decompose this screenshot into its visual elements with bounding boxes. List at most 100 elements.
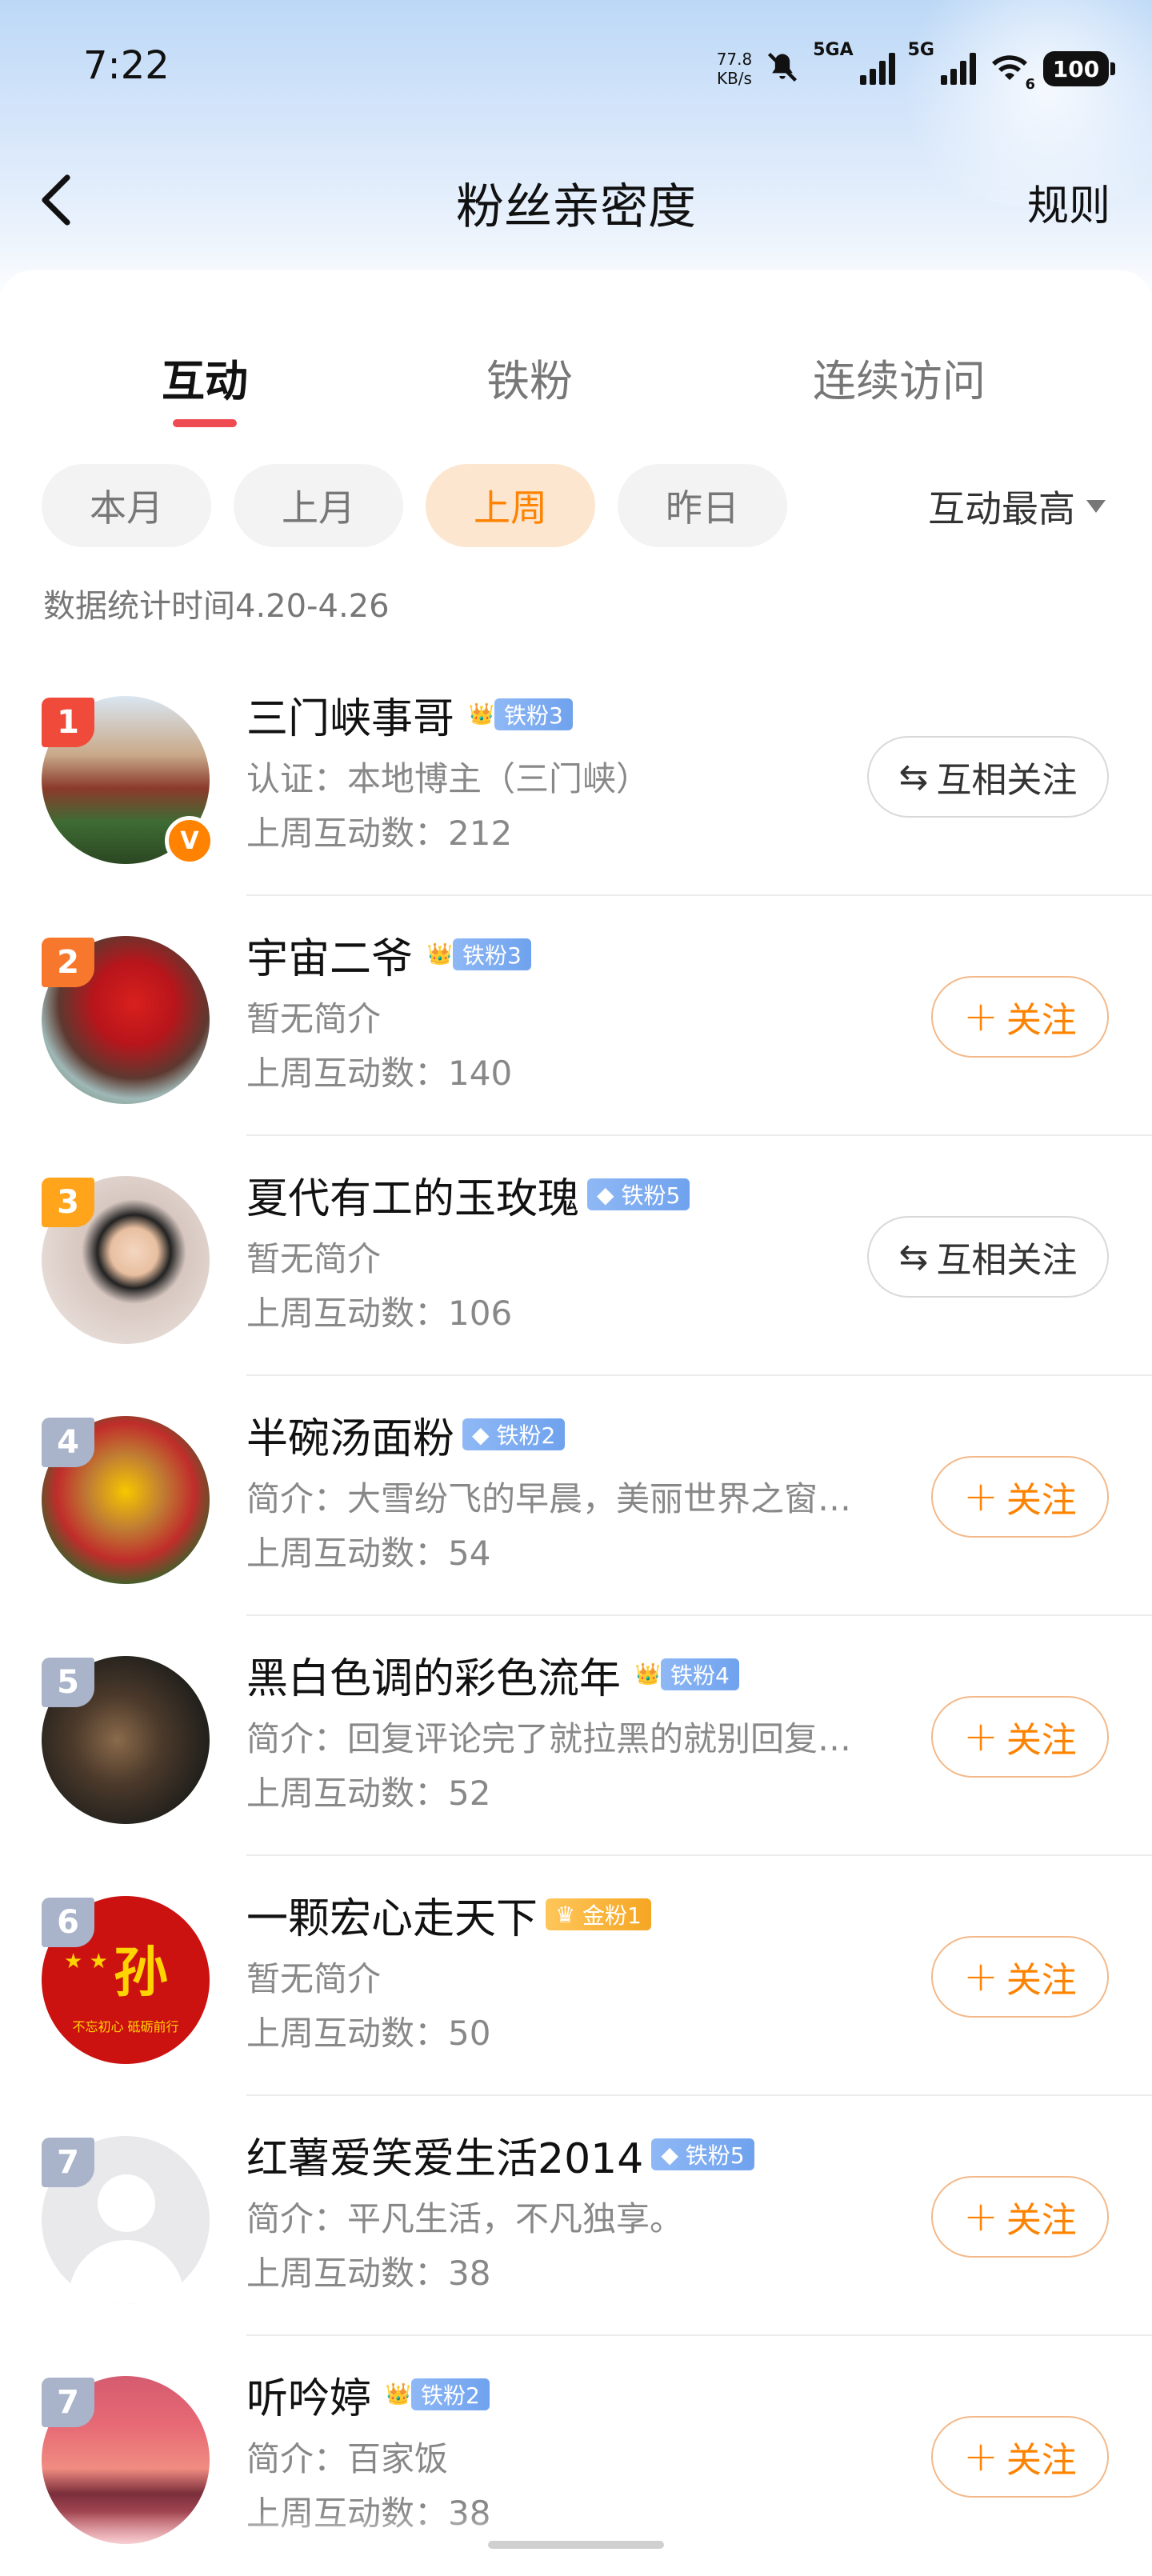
- fan-row[interactable]: 2 宇宙二爷 👑 铁粉3 暂无简介 上周互动数：140 + 关注: [0, 896, 1152, 1136]
- fan-bio: 简介：平凡生活，不凡独享。: [246, 2199, 684, 2238]
- rules-link[interactable]: 规则: [1027, 172, 1110, 232]
- rank-badge: 1: [42, 698, 94, 747]
- follow-button[interactable]: + 关注: [931, 1696, 1109, 1778]
- avatar-caption: 不忘初心 砥砺前行: [72, 2019, 179, 2034]
- fan-level-badge: ◆ 铁粉5: [587, 1178, 690, 1211]
- period-chip-last-month[interactable]: 上月: [234, 464, 403, 547]
- fan-level-badge: ◆ 铁粉2: [462, 1418, 566, 1451]
- network-speed: 77.8 KB/s: [717, 50, 753, 88]
- diamond-icon: ◆: [661, 2141, 686, 2168]
- interaction-count: 上周互动数：212: [246, 814, 513, 853]
- fan-bio: 简介：百家饭: [246, 2439, 449, 2478]
- fan-name[interactable]: 听吟婷: [246, 2365, 371, 2425]
- interaction-count: 上周互动数：54: [246, 1534, 491, 1573]
- follow-button[interactable]: + 关注: [931, 976, 1109, 1058]
- period-chip-yesterday[interactable]: 昨日: [618, 464, 787, 547]
- fan-name[interactable]: 三门峡事哥: [246, 685, 454, 745]
- plus-icon: +: [963, 1473, 998, 1521]
- signal2-label: 5G: [907, 40, 934, 60]
- fan-level-badge: 👑 铁粉2: [382, 2378, 490, 2411]
- tab-iron-fans[interactable]: 铁粉: [486, 346, 573, 409]
- fan-level-label: ♛ 金粉1: [546, 1898, 651, 1930]
- period-chip-this-month[interactable]: 本月: [42, 464, 211, 547]
- fan-row[interactable]: 5 黑白色调的彩色流年 👑 铁粉4 简介：回复评论完了就拉黑的就别回复… 上周互…: [0, 1616, 1152, 1856]
- sort-dropdown[interactable]: 互动最高: [928, 480, 1106, 533]
- fan-bio: 暂无简介: [246, 999, 382, 1038]
- rank-badge: 5: [42, 1658, 94, 1707]
- fan-level-badge: ◆ 铁粉5: [651, 2138, 754, 2171]
- plus-icon: +: [963, 2193, 998, 2241]
- fan-name[interactable]: 红薯爱笑爱生活2014: [246, 2125, 643, 2185]
- tab-continuous-visits[interactable]: 连续访问: [813, 346, 986, 409]
- follow-label: 关注: [1006, 2200, 1077, 2241]
- bell-muted-icon: [765, 50, 800, 88]
- home-indicator[interactable]: [488, 2541, 664, 2549]
- follow-button[interactable]: + 关注: [931, 2416, 1109, 2498]
- follow-label: 关注: [1006, 1720, 1077, 1761]
- mutual-follow-label: 互相关注: [936, 1240, 1078, 1281]
- active-tab-indicator: [173, 419, 237, 427]
- fan-bio: 认证：本地博主（三门峡）: [246, 759, 650, 798]
- fan-level-text: 铁粉5: [621, 1182, 681, 1209]
- swap-arrows-icon: ⇆: [898, 756, 929, 798]
- bottom-fade: [0, 2512, 1152, 2560]
- tab-interaction[interactable]: 互动: [162, 346, 248, 409]
- rank-badge: 7: [42, 2138, 94, 2187]
- fan-level-label: ◆ 铁粉5: [587, 1178, 690, 1210]
- verified-icon: V: [165, 816, 214, 866]
- fan-level-text: 铁粉5: [685, 2142, 745, 2169]
- fan-row[interactable]: 4 半碗汤面粉 ◆ 铁粉2 简介：大雪纷飞的早晨，美丽世界之窗… 上周互动数：5…: [0, 1376, 1152, 1616]
- interaction-count: 上周互动数：50: [246, 2014, 491, 2053]
- plus-icon: +: [963, 1953, 998, 2001]
- period-chip-last-week[interactable]: 上周: [426, 464, 595, 547]
- rank-badge: 4: [42, 1418, 94, 1467]
- fan-row[interactable]: ★★ ★ 孙 不忘初心 砥砺前行 6 一颗宏心走天下 ♛ 金粉1 暂无简介 上周…: [0, 1856, 1152, 2096]
- plus-icon: +: [963, 1713, 998, 1761]
- follow-label: 关注: [1006, 1480, 1077, 1521]
- fan-name[interactable]: 一颗宏心走天下: [246, 1885, 538, 1945]
- stat-range: 数据统计时间4.20-4.26: [43, 588, 390, 625]
- follow-label: 关注: [1006, 1000, 1077, 1041]
- signal-bars-icon: [941, 53, 976, 85]
- fan-name[interactable]: 夏代有工的玉玫瑰: [246, 1165, 579, 1225]
- follow-button[interactable]: + 关注: [931, 2176, 1109, 2258]
- fan-level-label: 铁粉4: [661, 1658, 739, 1690]
- rank-badge: 6: [42, 1898, 94, 1947]
- fan-bio: 简介：回复评论完了就拉黑的就别回复…: [246, 1719, 852, 1758]
- swap-arrows-icon: ⇆: [898, 1236, 929, 1278]
- signal-bars-icon: [859, 53, 895, 85]
- interaction-count: 上周互动数：52: [246, 1774, 491, 1813]
- page-title: 粉丝亲密度: [456, 179, 696, 235]
- caret-down-icon: [1086, 500, 1106, 513]
- follow-label: 关注: [1006, 2440, 1077, 2481]
- interaction-count: 上周互动数：106: [246, 1294, 513, 1333]
- fan-level-text: 金粉1: [582, 1902, 642, 1929]
- sort-label: 互动最高: [928, 487, 1075, 530]
- fan-bio: 简介：大雪纷飞的早晨，美丽世界之窗…: [246, 1479, 852, 1518]
- fan-bio: 暂无简介: [246, 1959, 382, 1998]
- follow-label: 关注: [1006, 1960, 1077, 2001]
- crown-icon: 👑: [634, 1662, 662, 1686]
- fan-name[interactable]: 黑白色调的彩色流年: [246, 1645, 621, 1705]
- rank-badge: 2: [42, 938, 94, 987]
- mutual-follow-label: 互相关注: [936, 760, 1078, 801]
- follow-button[interactable]: + 关注: [931, 1936, 1109, 2018]
- battery-level: 100: [1052, 55, 1100, 82]
- fan-row[interactable]: 7 红薯爱笑爱生活2014 ◆ 铁粉5 简介：平凡生活，不凡独享。 上周互动数：…: [0, 2096, 1152, 2336]
- status-time: 7:22: [83, 43, 170, 88]
- follow-button[interactable]: + 关注: [931, 1456, 1109, 1538]
- default-avatar-icon: [98, 2174, 155, 2232]
- fan-level-label: 铁粉3: [453, 938, 531, 970]
- fan-level-badge: 👑 铁粉3: [424, 938, 531, 971]
- wifi-icon: 6: [989, 51, 1035, 93]
- status-icons: 77.8 KB/s 5GA 5G 6 100: [717, 40, 1115, 98]
- mutual-follow-button[interactable]: ⇆ 互相关注: [867, 736, 1109, 818]
- mutual-follow-button[interactable]: ⇆ 互相关注: [867, 1216, 1109, 1298]
- fan-name[interactable]: 半碗汤面粉: [246, 1405, 454, 1465]
- fan-name[interactable]: 宇宙二爷: [246, 925, 413, 985]
- fan-row[interactable]: 1 V 三门峡事哥 👑 铁粉3 认证：本地博主（三门峡） 上周互动数：212 ⇆…: [0, 656, 1152, 896]
- fan-row[interactable]: 3 夏代有工的玉玫瑰 ◆ 铁粉5 暂无简介 上周互动数：106 ⇆ 互相关注: [0, 1136, 1152, 1376]
- fan-bio: 暂无简介: [246, 1239, 382, 1278]
- fan-level-badge: 👑 铁粉4: [632, 1658, 739, 1691]
- gold-icon: ♛: [555, 1901, 583, 1928]
